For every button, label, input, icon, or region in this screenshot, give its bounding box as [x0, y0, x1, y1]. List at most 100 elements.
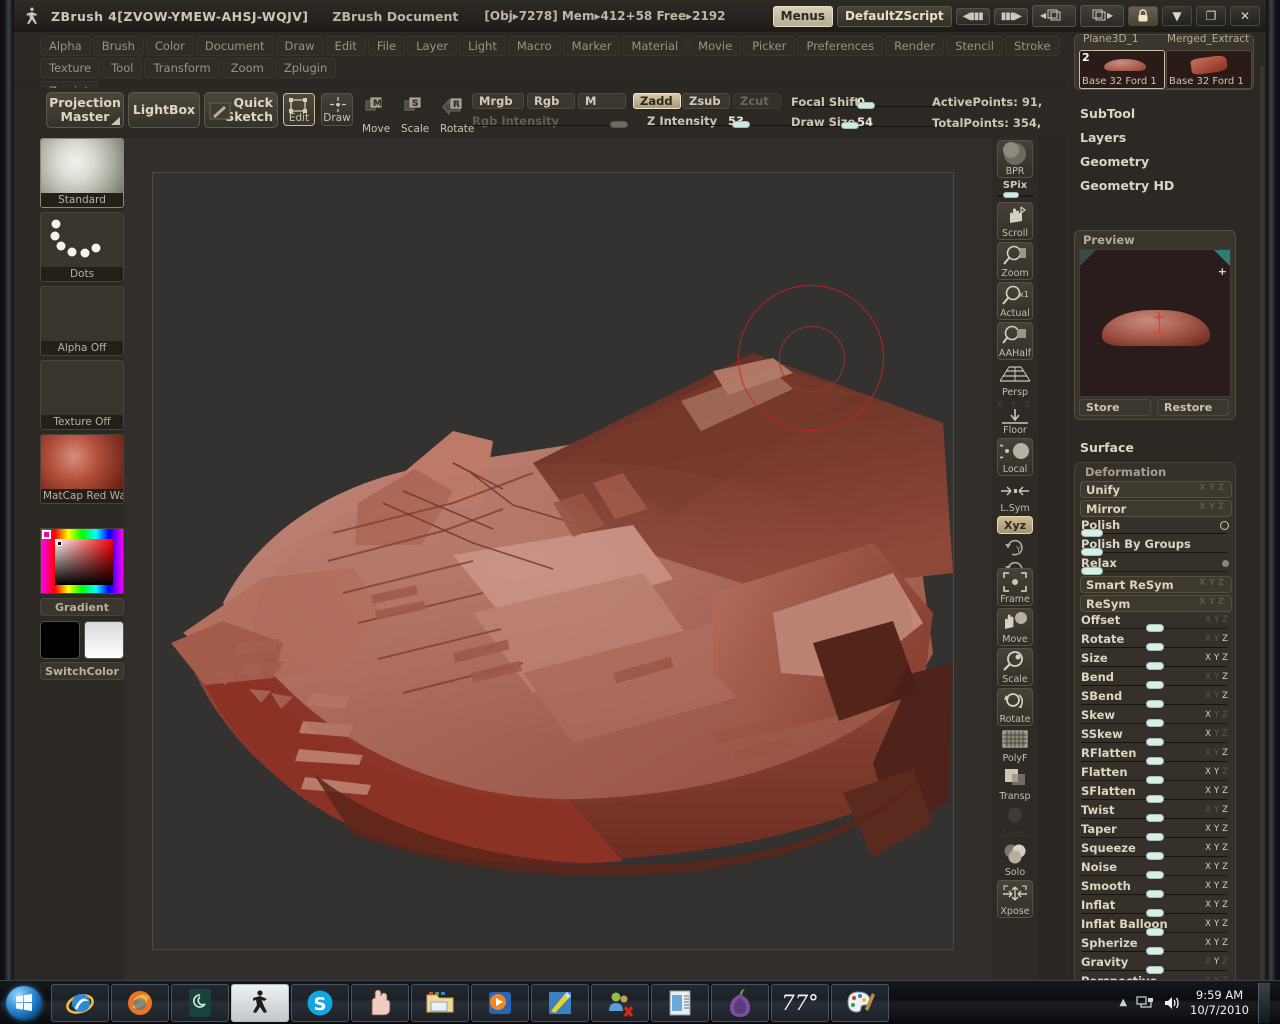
section-surface[interactable]: Surface	[1080, 440, 1134, 455]
lock-icon[interactable]	[1128, 6, 1158, 26]
axis-x[interactable]: X	[1205, 672, 1214, 682]
zcut-button[interactable]: Zcut	[733, 93, 781, 109]
deform-slider-inflat[interactable]: Inflat XYZ	[1080, 898, 1235, 918]
radio-filled-icon[interactable]	[1222, 560, 1229, 567]
stroke-slot[interactable]: Dots	[40, 212, 124, 282]
axis-y[interactable]: Y	[1214, 615, 1222, 625]
deform-slider-noise[interactable]: Noise XYZ	[1080, 860, 1235, 880]
volume-icon[interactable]	[1163, 995, 1181, 1011]
tool-cell-0[interactable]: 2 Base 32 Ford 1	[1079, 50, 1165, 89]
right-panel-scrollbar[interactable]	[1260, 66, 1264, 986]
axis-z[interactable]: Z	[1222, 653, 1231, 663]
axis-toggles[interactable]: XYZ	[1199, 502, 1227, 512]
taskbar-item-paint-shop[interactable]	[531, 983, 589, 1022]
deform-knob[interactable]	[1146, 795, 1164, 803]
axis-y[interactable]: Y	[1214, 672, 1222, 682]
rgb-button[interactable]: Rgb	[527, 93, 575, 109]
menu-file[interactable]: File	[367, 36, 406, 56]
scroll-button[interactable]: Scroll	[997, 202, 1033, 240]
solo-button[interactable]: Solo	[997, 842, 1033, 878]
zscript-next-button[interactable]: ▮▮▮▶	[993, 7, 1028, 25]
deform-knob[interactable]	[1146, 662, 1164, 670]
axis-z[interactable]: Z	[1218, 578, 1227, 588]
doc-prev-button[interactable]: ◀	[1032, 5, 1076, 27]
axis-z[interactable]: Z	[1222, 748, 1231, 758]
menu-stroke[interactable]: Stroke	[1004, 36, 1060, 56]
axis-toggles[interactable]: XYZ	[1199, 597, 1227, 607]
deform-knob[interactable]	[1146, 814, 1164, 822]
taskbar-item-contacts[interactable]	[591, 983, 649, 1022]
deform-button-smart-resym[interactable]: Smart ReSym XYZ	[1080, 576, 1232, 593]
axis-z[interactable]: Z	[1222, 805, 1231, 815]
axis-toggles[interactable]: XYZ	[1205, 862, 1231, 872]
axis-z[interactable]: Z	[1222, 919, 1231, 929]
axis-toggles[interactable]: XYZ	[1205, 748, 1231, 758]
axis-y[interactable]: Y	[1214, 748, 1222, 758]
aahalf-button[interactable]: AAHalf	[997, 322, 1033, 360]
zoom-button[interactable]: Zoom	[997, 242, 1033, 280]
taskbar-item-internet-explorer[interactable]	[51, 983, 109, 1022]
axis-x[interactable]: X	[1205, 767, 1214, 777]
deform-knob[interactable]	[1081, 548, 1103, 556]
show-desktop-button[interactable]	[1258, 982, 1270, 1023]
move-button[interactable]: M Move	[362, 96, 390, 135]
rotate-y-button[interactable]: Y	[997, 536, 1033, 558]
deform-knob[interactable]	[1146, 871, 1164, 879]
taskbar-item-media-player[interactable]	[471, 983, 529, 1022]
axis-toggles[interactable]: XYZ	[1205, 957, 1231, 967]
deform-button-mirror[interactable]: Mirror XYZ	[1080, 500, 1232, 517]
axis-toggles[interactable]: XYZ	[1205, 938, 1231, 948]
ghost-button[interactable]: Ghost	[997, 804, 1033, 840]
deform-slider-spherize[interactable]: Spherize XYZ	[1080, 936, 1235, 956]
axis-x[interactable]: X	[1205, 786, 1214, 796]
floor-axes[interactable]: X Y Z	[997, 400, 1033, 409]
deform-knob[interactable]	[1146, 738, 1164, 746]
quick-sketch-button[interactable]: Quick Sketch	[204, 92, 278, 128]
deform-knob[interactable]	[1081, 529, 1103, 537]
deform-slider-polish[interactable]: Polish	[1080, 518, 1235, 538]
menu-zoom[interactable]: Zoom	[221, 58, 273, 78]
tool-cell-1[interactable]: Base 32 Ford 1	[1166, 50, 1252, 89]
axis-z[interactable]: Z	[1222, 881, 1231, 891]
axis-x[interactable]: X	[1205, 691, 1214, 701]
deform-slider-squeeze[interactable]: Squeeze XYZ	[1080, 841, 1235, 861]
axis-z[interactable]: Z	[1218, 597, 1227, 607]
draw-size-track[interactable]	[791, 126, 939, 127]
axis-z[interactable]: Z	[1222, 900, 1231, 910]
axis-y[interactable]: Y	[1214, 919, 1222, 929]
axis-y[interactable]: Y	[1214, 729, 1222, 739]
menu-material[interactable]: Material	[622, 36, 688, 56]
axis-x[interactable]: X	[1205, 957, 1214, 967]
material-slot[interactable]: MatCap Red Wa	[40, 434, 124, 504]
axis-z[interactable]: Z	[1222, 767, 1231, 777]
deform-slider-sflatten[interactable]: SFlatten XYZ	[1080, 784, 1235, 804]
scale-button[interactable]: S Scale	[401, 96, 429, 135]
zadd-button[interactable]: Zadd	[633, 93, 681, 109]
menu-stencil[interactable]: Stencil	[946, 36, 1003, 56]
axis-z[interactable]: Z	[1222, 634, 1231, 644]
menu-zplugin[interactable]: Zplugin	[274, 58, 337, 78]
draw-size-knob[interactable]	[841, 122, 859, 129]
axis-y[interactable]: Y	[1209, 578, 1218, 588]
axis-toggles[interactable]: XYZ	[1205, 634, 1231, 644]
deform-knob[interactable]	[1146, 852, 1164, 860]
restore-button[interactable]: Restore	[1157, 399, 1229, 416]
section-layers[interactable]: Layers	[1080, 130, 1126, 145]
floor-button[interactable]: X Y Z Floor	[997, 400, 1033, 436]
axis-toggles[interactable]: XYZ	[1199, 578, 1227, 588]
axis-toggles[interactable]: XYZ	[1205, 653, 1231, 663]
axis-toggles[interactable]: XYZ	[1205, 691, 1231, 701]
deform-knob[interactable]	[1146, 757, 1164, 765]
polyf-button[interactable]: PolyF	[997, 728, 1033, 764]
axis-x[interactable]: X	[1199, 578, 1209, 588]
restore-button[interactable]: ❐	[1196, 6, 1226, 26]
projection-master-button[interactable]: Projection Master	[46, 92, 124, 128]
taskbar-clock[interactable]: 9:59 AM 10/7/2010	[1190, 988, 1249, 1018]
deform-knob[interactable]	[1146, 928, 1164, 936]
axis-toggles[interactable]: XYZ	[1205, 843, 1231, 853]
mrgb-button[interactable]: Mrgb	[472, 93, 524, 109]
menus-button[interactable]: Menus	[772, 5, 833, 27]
xyz-button[interactable]: Xyz	[997, 516, 1033, 534]
menu-transform[interactable]: Transform	[144, 58, 220, 78]
rotate-tool-button[interactable]: Rotate	[997, 688, 1033, 726]
